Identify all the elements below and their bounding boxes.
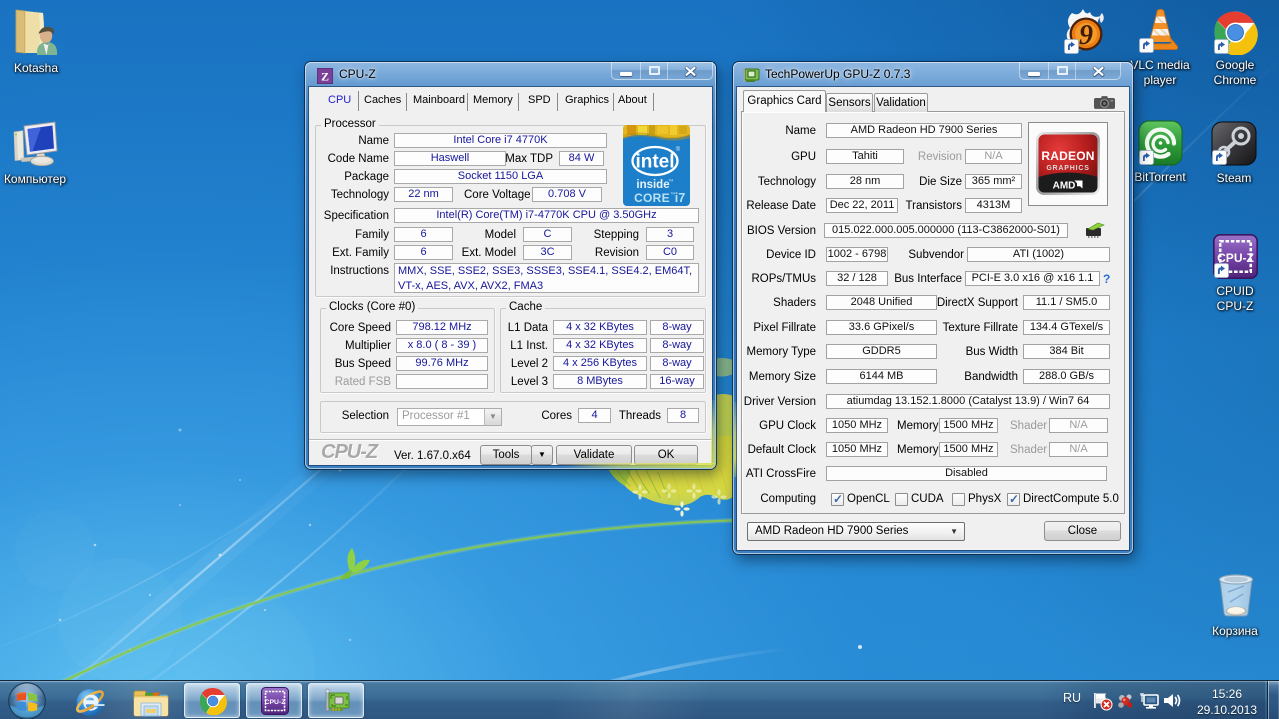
svg-text:RADEON: RADEON <box>1041 149 1094 163</box>
svg-text:9: 9 <box>1079 20 1093 51</box>
svg-text:GRAPHICS: GRAPHICS <box>1046 165 1089 172</box>
svg-text:Z: Z <box>321 70 329 84</box>
svg-text:CORE: CORE <box>634 191 670 205</box>
svg-text:®: ® <box>676 146 681 153</box>
svg-text:AMD: AMD <box>1053 181 1076 192</box>
svg-text:CPU-Z: CPU-Z <box>265 699 286 706</box>
svg-text:inside: inside <box>636 179 669 191</box>
svg-text:intel: intel <box>635 152 674 173</box>
svg-text:i7: i7 <box>675 191 685 205</box>
svg-text:™: ™ <box>668 179 674 185</box>
